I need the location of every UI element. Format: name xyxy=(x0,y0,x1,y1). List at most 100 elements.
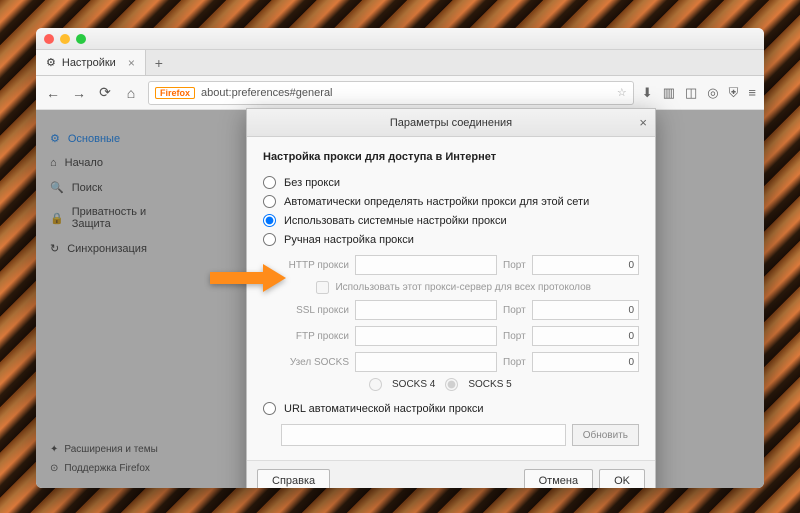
socks5-label: SOCKS 5 xyxy=(468,379,511,390)
connection-settings-dialog: Параметры соединения × Настройка прокси … xyxy=(246,108,656,488)
http-proxy-row: HTTP прокси Порт xyxy=(281,255,639,275)
ftp-port-input[interactable] xyxy=(532,326,639,346)
sidebar-extensions[interactable]: ✦ Расширения и темы xyxy=(46,440,162,459)
tab-title: Настройки xyxy=(62,57,116,69)
sidebar-item-search[interactable]: 🔍 Поиск xyxy=(46,175,186,200)
ssl-proxy-input[interactable] xyxy=(355,300,497,320)
sidebar-item-label: Синхронизация xyxy=(67,243,147,255)
url-bar[interactable]: Firefox about:preferences#general ☆ xyxy=(148,81,634,105)
socks4-radio[interactable] xyxy=(369,378,382,391)
sidebar-item-label: Приватность и Защита xyxy=(72,206,182,230)
ok-button[interactable]: OK xyxy=(599,469,645,488)
sidebar-item-home[interactable]: ⌂ Начало xyxy=(46,151,186,175)
toolbar-right: ⬇ ▥ ◫ ◎ ⛨ ≡ xyxy=(642,85,756,101)
sidebar-item-label: Основные xyxy=(68,133,120,145)
radio-no-proxy[interactable]: Без прокси xyxy=(263,173,639,192)
download-icon[interactable]: ⬇ xyxy=(642,85,653,101)
radio-system-proxy[interactable]: Использовать системные настройки прокси xyxy=(263,211,639,230)
radio-input[interactable] xyxy=(263,195,276,208)
search-icon: 🔍 xyxy=(50,181,64,194)
port-label: Порт xyxy=(503,305,526,316)
sync-icon: ↻ xyxy=(50,242,59,255)
radio-auto-url[interactable]: URL автоматической настройки прокси xyxy=(263,399,639,418)
menu-icon[interactable]: ≡ xyxy=(748,85,756,101)
ftp-proxy-label: FTP прокси xyxy=(281,331,349,342)
socks5-radio[interactable] xyxy=(445,378,458,391)
puzzle-icon: ✦ xyxy=(50,444,58,455)
use-for-all-row[interactable]: Использовать этот прокси-сервер для всех… xyxy=(281,281,639,294)
radio-input[interactable] xyxy=(263,214,276,227)
dialog-footer: Справка Отмена OK xyxy=(247,460,655,488)
sidebar-item-label: Поддержка Firefox xyxy=(64,463,150,474)
socks-proxy-input[interactable] xyxy=(355,352,497,372)
dialog-title: Параметры соединения xyxy=(390,117,512,129)
http-proxy-input[interactable] xyxy=(355,255,497,275)
window-close-icon[interactable] xyxy=(44,34,54,44)
auto-url-input[interactable] xyxy=(281,424,566,446)
dialog-body: Настройка прокси для доступа в Интернет … xyxy=(247,137,655,460)
use-for-all-checkbox[interactable] xyxy=(316,281,329,294)
help-icon: ⊙ xyxy=(50,463,58,474)
back-icon[interactable]: ← xyxy=(44,85,62,101)
forward-icon[interactable]: → xyxy=(70,85,88,101)
http-port-input[interactable] xyxy=(532,255,639,275)
use-for-all-label: Использовать этот прокси-сервер для всех… xyxy=(335,282,591,293)
port-label: Порт xyxy=(503,331,526,342)
radio-input[interactable] xyxy=(263,176,276,189)
ftp-proxy-input[interactable] xyxy=(355,326,497,346)
ftp-proxy-row: FTP прокси Порт xyxy=(281,326,639,346)
lock-icon: 🔒 xyxy=(50,212,64,225)
auto-url-input-row: Обновить xyxy=(281,424,639,446)
tab-bar: ⚙ Настройки × + xyxy=(36,50,764,76)
dialog-header: Параметры соединения × xyxy=(247,109,655,137)
radio-auto-detect[interactable]: Автоматически определять настройки прокс… xyxy=(263,192,639,211)
tab-close-icon[interactable]: × xyxy=(128,57,135,69)
socks-proxy-label: Узел SOCKS xyxy=(281,357,349,368)
shield-icon[interactable]: ⛨ xyxy=(729,85,739,101)
sidebar-item-label: Поиск xyxy=(72,182,102,194)
ssl-port-input[interactable] xyxy=(532,300,639,320)
radio-input[interactable] xyxy=(263,233,276,246)
sidebar-support[interactable]: ⊙ Поддержка Firefox xyxy=(46,459,162,478)
radio-manual-proxy[interactable]: Ручная настройка прокси xyxy=(263,230,639,249)
url-text: about:preferences#general xyxy=(201,87,332,99)
close-icon[interactable]: × xyxy=(639,115,647,130)
home-icon: ⌂ xyxy=(50,157,57,169)
cancel-button[interactable]: Отмена xyxy=(524,469,593,488)
library-icon[interactable]: ▥ xyxy=(663,85,675,101)
ssl-proxy-label: SSL прокси xyxy=(281,305,349,316)
tab-settings[interactable]: ⚙ Настройки × xyxy=(36,50,146,75)
star-icon[interactable]: ☆ xyxy=(617,86,627,99)
refresh-button[interactable]: Обновить xyxy=(572,424,639,446)
ssl-proxy-row: SSL прокси Порт xyxy=(281,300,639,320)
radio-label: URL автоматической настройки прокси xyxy=(284,403,484,415)
home-icon[interactable]: ⌂ xyxy=(122,85,140,101)
port-label: Порт xyxy=(503,260,526,271)
port-label: Порт xyxy=(503,357,526,368)
gear-icon: ⚙ xyxy=(46,56,56,69)
socks-version-row: SOCKS 4 SOCKS 5 xyxy=(369,378,639,391)
sidebar-item-general[interactable]: ⚙ Основные xyxy=(46,126,186,151)
preferences-sidebar: ⚙ Основные ⌂ Начало 🔍 Поиск 🔒 Приватност… xyxy=(36,110,196,488)
radio-input[interactable] xyxy=(263,402,276,415)
sidebar-item-privacy[interactable]: 🔒 Приватность и Защита xyxy=(46,200,186,236)
nav-toolbar: ← → ⟳ ⌂ Firefox about:preferences#genera… xyxy=(36,76,764,110)
sidebar-icon[interactable]: ◫ xyxy=(685,85,697,101)
proxy-fields: HTTP прокси Порт Использовать этот прокс… xyxy=(281,255,639,391)
help-button[interactable]: Справка xyxy=(257,469,330,488)
socks-proxy-row: Узел SOCKS Порт xyxy=(281,352,639,372)
firefox-badge: Firefox xyxy=(155,87,195,99)
radio-label: Без прокси xyxy=(284,177,340,189)
socks-port-input[interactable] xyxy=(532,352,639,372)
sidebar-item-sync[interactable]: ↻ Синхронизация xyxy=(46,236,186,261)
window-zoom-icon[interactable] xyxy=(76,34,86,44)
new-tab-button[interactable]: + xyxy=(146,50,172,75)
reload-icon[interactable]: ⟳ xyxy=(96,84,114,101)
account-icon[interactable]: ◎ xyxy=(707,85,718,101)
socks4-label: SOCKS 4 xyxy=(392,379,435,390)
radio-label: Автоматически определять настройки прокс… xyxy=(284,196,589,208)
browser-window: ⚙ Настройки × + ← → ⟳ ⌂ Firefox about:pr… xyxy=(36,28,764,488)
window-minimize-icon[interactable] xyxy=(60,34,70,44)
dialog-heading: Настройка прокси для доступа в Интернет xyxy=(263,151,639,163)
radio-label: Ручная настройка прокси xyxy=(284,234,414,246)
